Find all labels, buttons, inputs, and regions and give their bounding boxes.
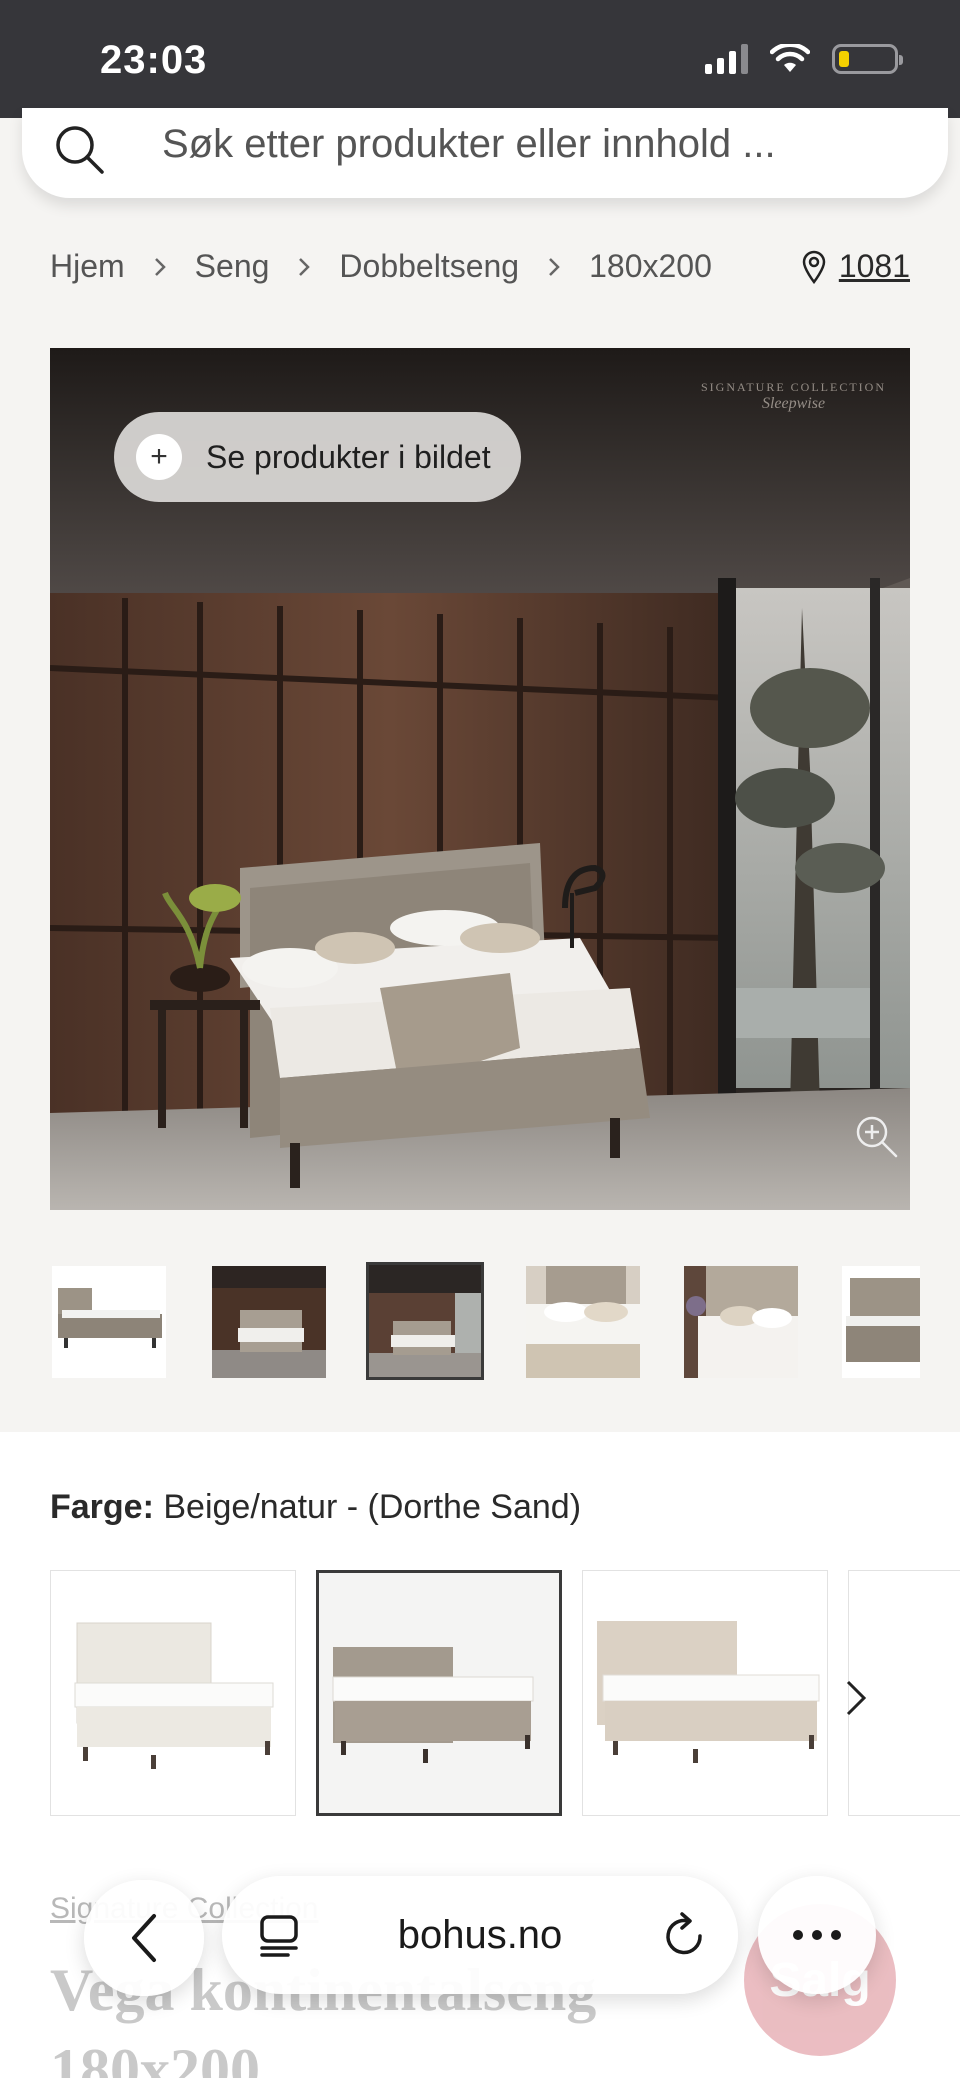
browser-more-button[interactable] [758, 1876, 876, 1994]
more-icon [793, 1930, 841, 1940]
plus-icon: + [136, 434, 182, 480]
zoom-in-icon[interactable] [852, 1112, 900, 1160]
color-swatch-white[interactable] [50, 1570, 296, 1816]
wifi-icon [770, 44, 810, 72]
chevron-right-icon [547, 256, 561, 278]
color-label-key: Farge: [50, 1488, 154, 1526]
status-icons [705, 44, 903, 74]
chevron-right-icon [153, 256, 167, 278]
location-zip[interactable]: 1081 [839, 248, 910, 285]
store-location[interactable]: 1081 [801, 248, 910, 285]
thumbnail-4[interactable] [526, 1266, 640, 1378]
see-products-in-image-button[interactable]: + Se produkter i bildet [114, 412, 521, 502]
color-swatches [50, 1570, 960, 1816]
battery-icon [832, 44, 903, 74]
thumbnail-2[interactable] [212, 1266, 326, 1378]
search-bar[interactable] [22, 108, 948, 198]
search-icon [56, 126, 104, 174]
location-pin-icon [802, 250, 826, 284]
color-label-value: Beige/natur - (Dorthe Sand) [163, 1488, 582, 1526]
thumbnail-3-selected[interactable] [366, 1262, 484, 1380]
product-main-image[interactable]: SIGNATURE COLLECTION Sleepwise + Se prod… [50, 348, 910, 1210]
status-bar: 23:03 [0, 0, 960, 118]
browser-toolbar: bohus.no [0, 1870, 960, 2000]
reload-icon[interactable] [662, 1912, 706, 1958]
swatches-next-button[interactable] [834, 1670, 878, 1726]
thumbnail-1[interactable] [52, 1266, 166, 1378]
breadcrumb-current: 180x200 [589, 248, 712, 284]
chevron-right-icon [297, 256, 311, 278]
color-selection-label: Farge: Beige/natur - (Dorthe Sand) [50, 1488, 581, 1527]
browser-url[interactable]: bohus.no [398, 1913, 563, 1958]
image-thumbnails [50, 1262, 920, 1382]
browser-back-button[interactable] [84, 1880, 204, 1996]
brand-watermark: SIGNATURE COLLECTION Sleepwise [701, 380, 886, 412]
search-input[interactable] [162, 116, 922, 172]
breadcrumb-home[interactable]: Hjem [50, 248, 125, 285]
see-products-label: Se produkter i bildet [206, 438, 491, 475]
chevron-left-icon [132, 1914, 156, 1962]
reader-mode-icon[interactable] [258, 1914, 302, 1958]
color-swatch-beige-natur-selected[interactable] [316, 1570, 562, 1816]
breadcrumb: Hjem Seng Dobbeltseng 180x200 [50, 248, 712, 285]
status-time: 23:03 [100, 38, 208, 82]
cellular-signal-icon [705, 44, 748, 74]
thumbnail-5[interactable] [684, 1266, 798, 1378]
thumbnail-6[interactable] [842, 1266, 920, 1378]
browser-address-bar[interactable]: bohus.no [222, 1876, 738, 1994]
breadcrumb-seng[interactable]: Seng [195, 248, 270, 285]
color-swatch-light-beige[interactable] [582, 1570, 828, 1816]
breadcrumb-dobbeltseng[interactable]: Dobbeltseng [339, 248, 519, 285]
chevron-right-icon [846, 1680, 867, 1716]
